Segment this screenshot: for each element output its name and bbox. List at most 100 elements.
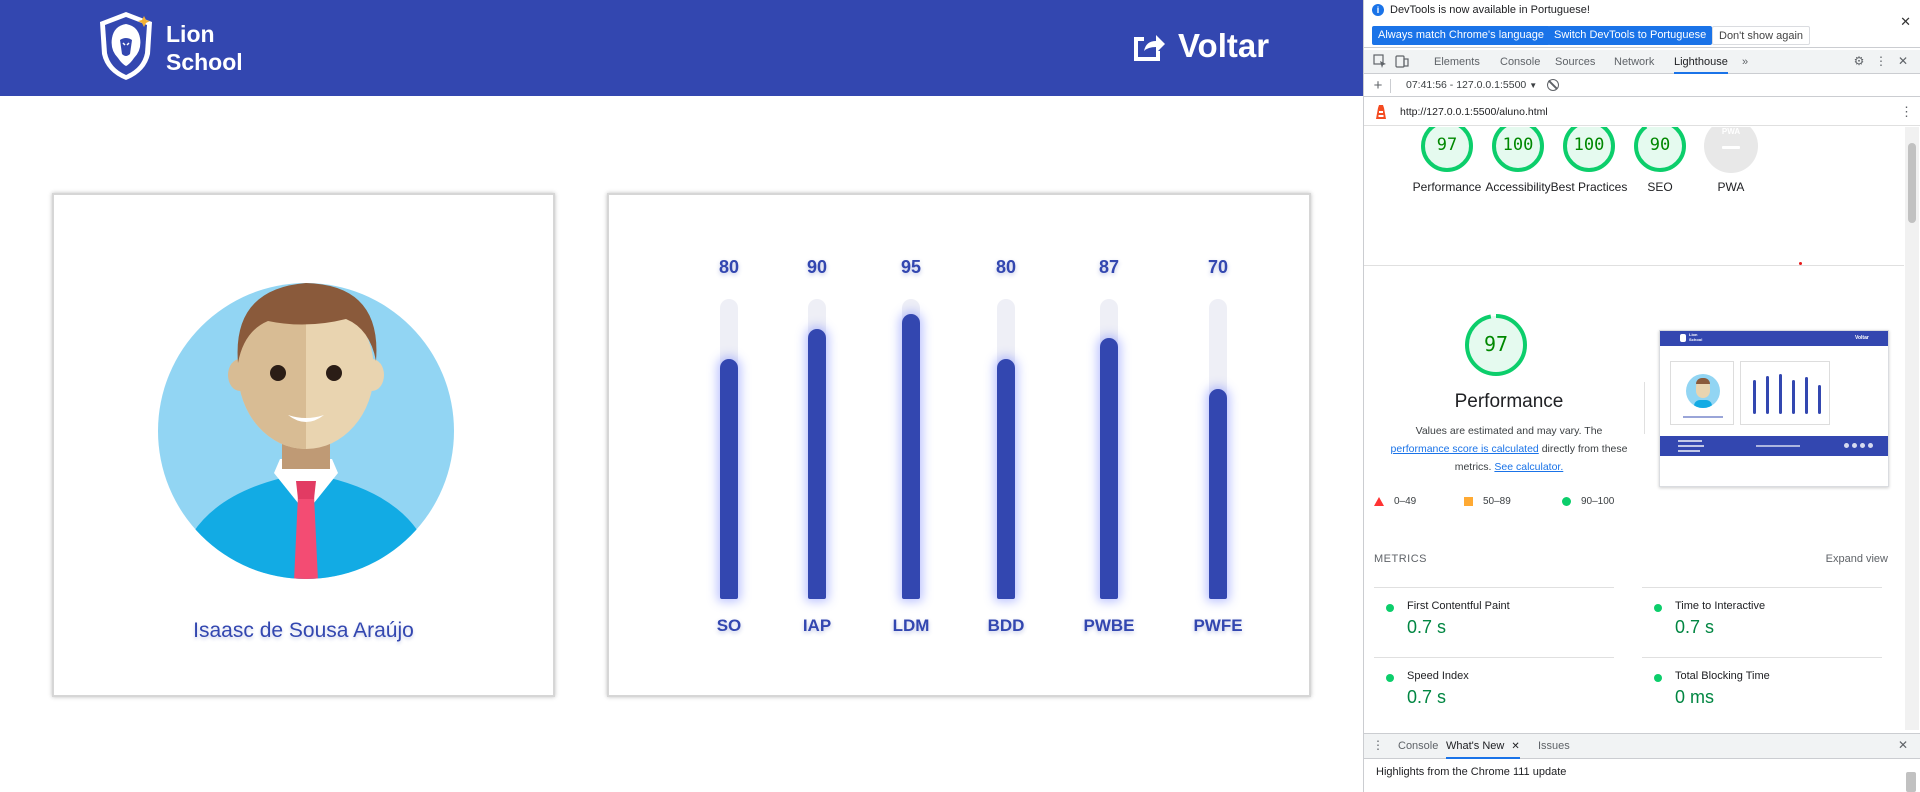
grades-card: 80 SO 90 IAP 95 LDM 80 BDD 87 PWBE 70 PWFE [607, 193, 1311, 697]
report-url[interactable]: http://127.0.0.1:5500/aluno.html [1400, 106, 1548, 118]
grade-bar-track [902, 299, 920, 599]
close-devtools-icon[interactable]: ✕ [1895, 54, 1911, 70]
report-menu-icon[interactable]: ⋮ [1900, 104, 1913, 120]
grade-column: 95 LDM [876, 195, 946, 699]
grade-bar-fill [720, 359, 738, 599]
share-exit-icon [1134, 35, 1165, 61]
pass-circle-icon [1562, 496, 1571, 506]
student-avatar [158, 283, 454, 579]
grade-subject: BDD [987, 616, 1025, 635]
scrollbar-thumb[interactable] [1908, 143, 1916, 223]
tab-lighthouse[interactable]: Lighthouse [1674, 50, 1728, 74]
brand-line-2: School [166, 49, 243, 75]
thumb-grade-bar [1753, 380, 1756, 414]
new-report-icon[interactable]: + [1370, 77, 1386, 94]
gauges-divider [1364, 265, 1904, 266]
thumb-grade-bar [1779, 374, 1782, 414]
report-selector-value: 07:41:56 - 127.0.0.1:5500 [1406, 79, 1527, 91]
settings-gear-icon[interactable]: ⚙ [1851, 54, 1867, 70]
more-options-icon[interactable]: ⋮ [1873, 54, 1889, 70]
score-gauge-performance[interactable]: 97 Performance [1413, 127, 1481, 217]
report-scrollbar[interactable] [1905, 127, 1919, 730]
tab-console[interactable]: Console [1500, 50, 1540, 74]
legend-average: 50–89 [1464, 494, 1511, 508]
fail-triangle-icon [1374, 496, 1384, 506]
score-gauge-pwa[interactable]: PWA PWA [1702, 127, 1760, 217]
infobar-message: DevTools is now available in Portuguese! [1390, 4, 1590, 16]
thumb-logo-icon [1680, 334, 1686, 342]
device-toolbar-icon[interactable] [1394, 54, 1410, 70]
report-selector[interactable]: 07:41:56 - 127.0.0.1:5500 ▼ [1406, 79, 1537, 91]
score-label: PWA [1717, 180, 1745, 194]
score-gauge-seo[interactable]: 90 SEO [1631, 127, 1689, 217]
page-screenshot-thumbnail: Lion School Voltar [1659, 330, 1889, 487]
drawer-scrollbar-thumb[interactable] [1906, 772, 1916, 792]
grade-value: 90 [806, 257, 828, 277]
grade-column: 80 BDD [971, 195, 1041, 699]
thumb-brand-line-2: School [1689, 337, 1703, 342]
tab-sources[interactable]: Sources [1555, 50, 1595, 74]
thumb-back-label: Voltar [1855, 335, 1869, 341]
thumb-avatar [1686, 374, 1720, 408]
pwa-badge-text: PWA [1721, 127, 1741, 136]
student-card: Isaasc de Sousa Araújo [52, 193, 555, 697]
grade-bar-fill [1100, 338, 1118, 599]
performance-description: Values are estimated and may vary. The p… [1372, 422, 1646, 476]
metrics-heading: METRICS [1374, 553, 1427, 565]
inspect-element-icon[interactable] [1372, 54, 1388, 70]
grade-column: 70 PWFE [1183, 195, 1253, 699]
back-button[interactable]: Voltar [1130, 26, 1269, 66]
see-calculator-link[interactable]: See calculator. [1494, 461, 1563, 473]
thumb-student-card [1670, 361, 1734, 425]
score-calculated-link[interactable]: performance score is calculated [1391, 443, 1539, 455]
dropdown-arrow-icon: ▼ [1529, 81, 1538, 90]
app-page: Lion School Voltar Isaasc de Sousa Araúj… [0, 0, 1363, 792]
grade-subject: SO [716, 616, 742, 635]
grade-bar-track [997, 299, 1015, 599]
thumb-brand: Lion School [1689, 332, 1702, 342]
grade-subject: IAP [802, 616, 832, 635]
metric-tti: Time to Interactive 0.7 s [1642, 587, 1882, 645]
grade-value: 70 [1207, 257, 1229, 277]
score-value: 100 [1573, 135, 1605, 155]
legend-fail-label: 0–49 [1394, 495, 1417, 507]
drawer-menu-icon[interactable]: ⋮ [1370, 738, 1386, 754]
legend-average-label: 50–89 [1483, 495, 1511, 507]
close-tab-icon[interactable]: ✕ [1511, 741, 1519, 752]
dont-show-again-button[interactable]: Don't show again [1712, 26, 1811, 45]
score-gauge-accessibility[interactable]: 100 Accessibility [1485, 127, 1551, 217]
thumb-grade-bar [1805, 377, 1808, 414]
clear-reports-icon[interactable] [1547, 79, 1559, 91]
switch-language-button[interactable]: Switch DevTools to Portuguese [1548, 26, 1713, 45]
metric-value: 0.7 s [1407, 617, 1447, 637]
thumb-grade-bar [1818, 385, 1821, 414]
expand-view-toggle[interactable]: Expand view [1826, 553, 1888, 565]
back-label: Voltar [1178, 27, 1270, 64]
metric-name: First Contentful Paint [1407, 600, 1510, 612]
grade-column: 80 SO [694, 195, 764, 699]
close-drawer-icon[interactable]: ✕ [1895, 738, 1911, 754]
metric-name: Total Blocking Time [1675, 670, 1770, 682]
drawer-tab-whats-new[interactable]: What's New ✕ [1446, 734, 1520, 759]
tab-network[interactable]: Network [1614, 50, 1654, 74]
score-value: 97 [1436, 135, 1458, 155]
tab-elements[interactable]: Elements [1434, 50, 1480, 74]
performance-score: 97 [1483, 332, 1509, 356]
lighthouse-icon [1376, 105, 1386, 119]
grade-bar-fill [902, 314, 920, 599]
vertical-divider [1644, 382, 1645, 434]
more-tabs-icon[interactable]: » [1742, 50, 1748, 74]
close-icon[interactable]: ✕ [1900, 14, 1911, 30]
grade-value: 80 [718, 257, 740, 277]
lighthouse-toolbar: + 07:41:56 - 127.0.0.1:5500 ▼ [1364, 75, 1920, 97]
drawer-tab-console[interactable]: Console [1398, 734, 1438, 759]
drawer-tab-issues[interactable]: Issues [1538, 734, 1570, 759]
grade-subject: LDM [892, 616, 930, 635]
legend-pass-label: 90–100 [1581, 495, 1615, 507]
report-url-bar: http://127.0.0.1:5500/aluno.html ⋮ [1364, 98, 1920, 126]
match-language-button[interactable]: Always match Chrome's language [1372, 26, 1550, 45]
metric-value: 0 ms [1675, 687, 1715, 707]
pass-circle-icon [1386, 604, 1394, 612]
score-gauge-best-practices[interactable]: 100 Best Practices [1551, 127, 1627, 217]
thumb-grade-bar [1792, 380, 1795, 414]
